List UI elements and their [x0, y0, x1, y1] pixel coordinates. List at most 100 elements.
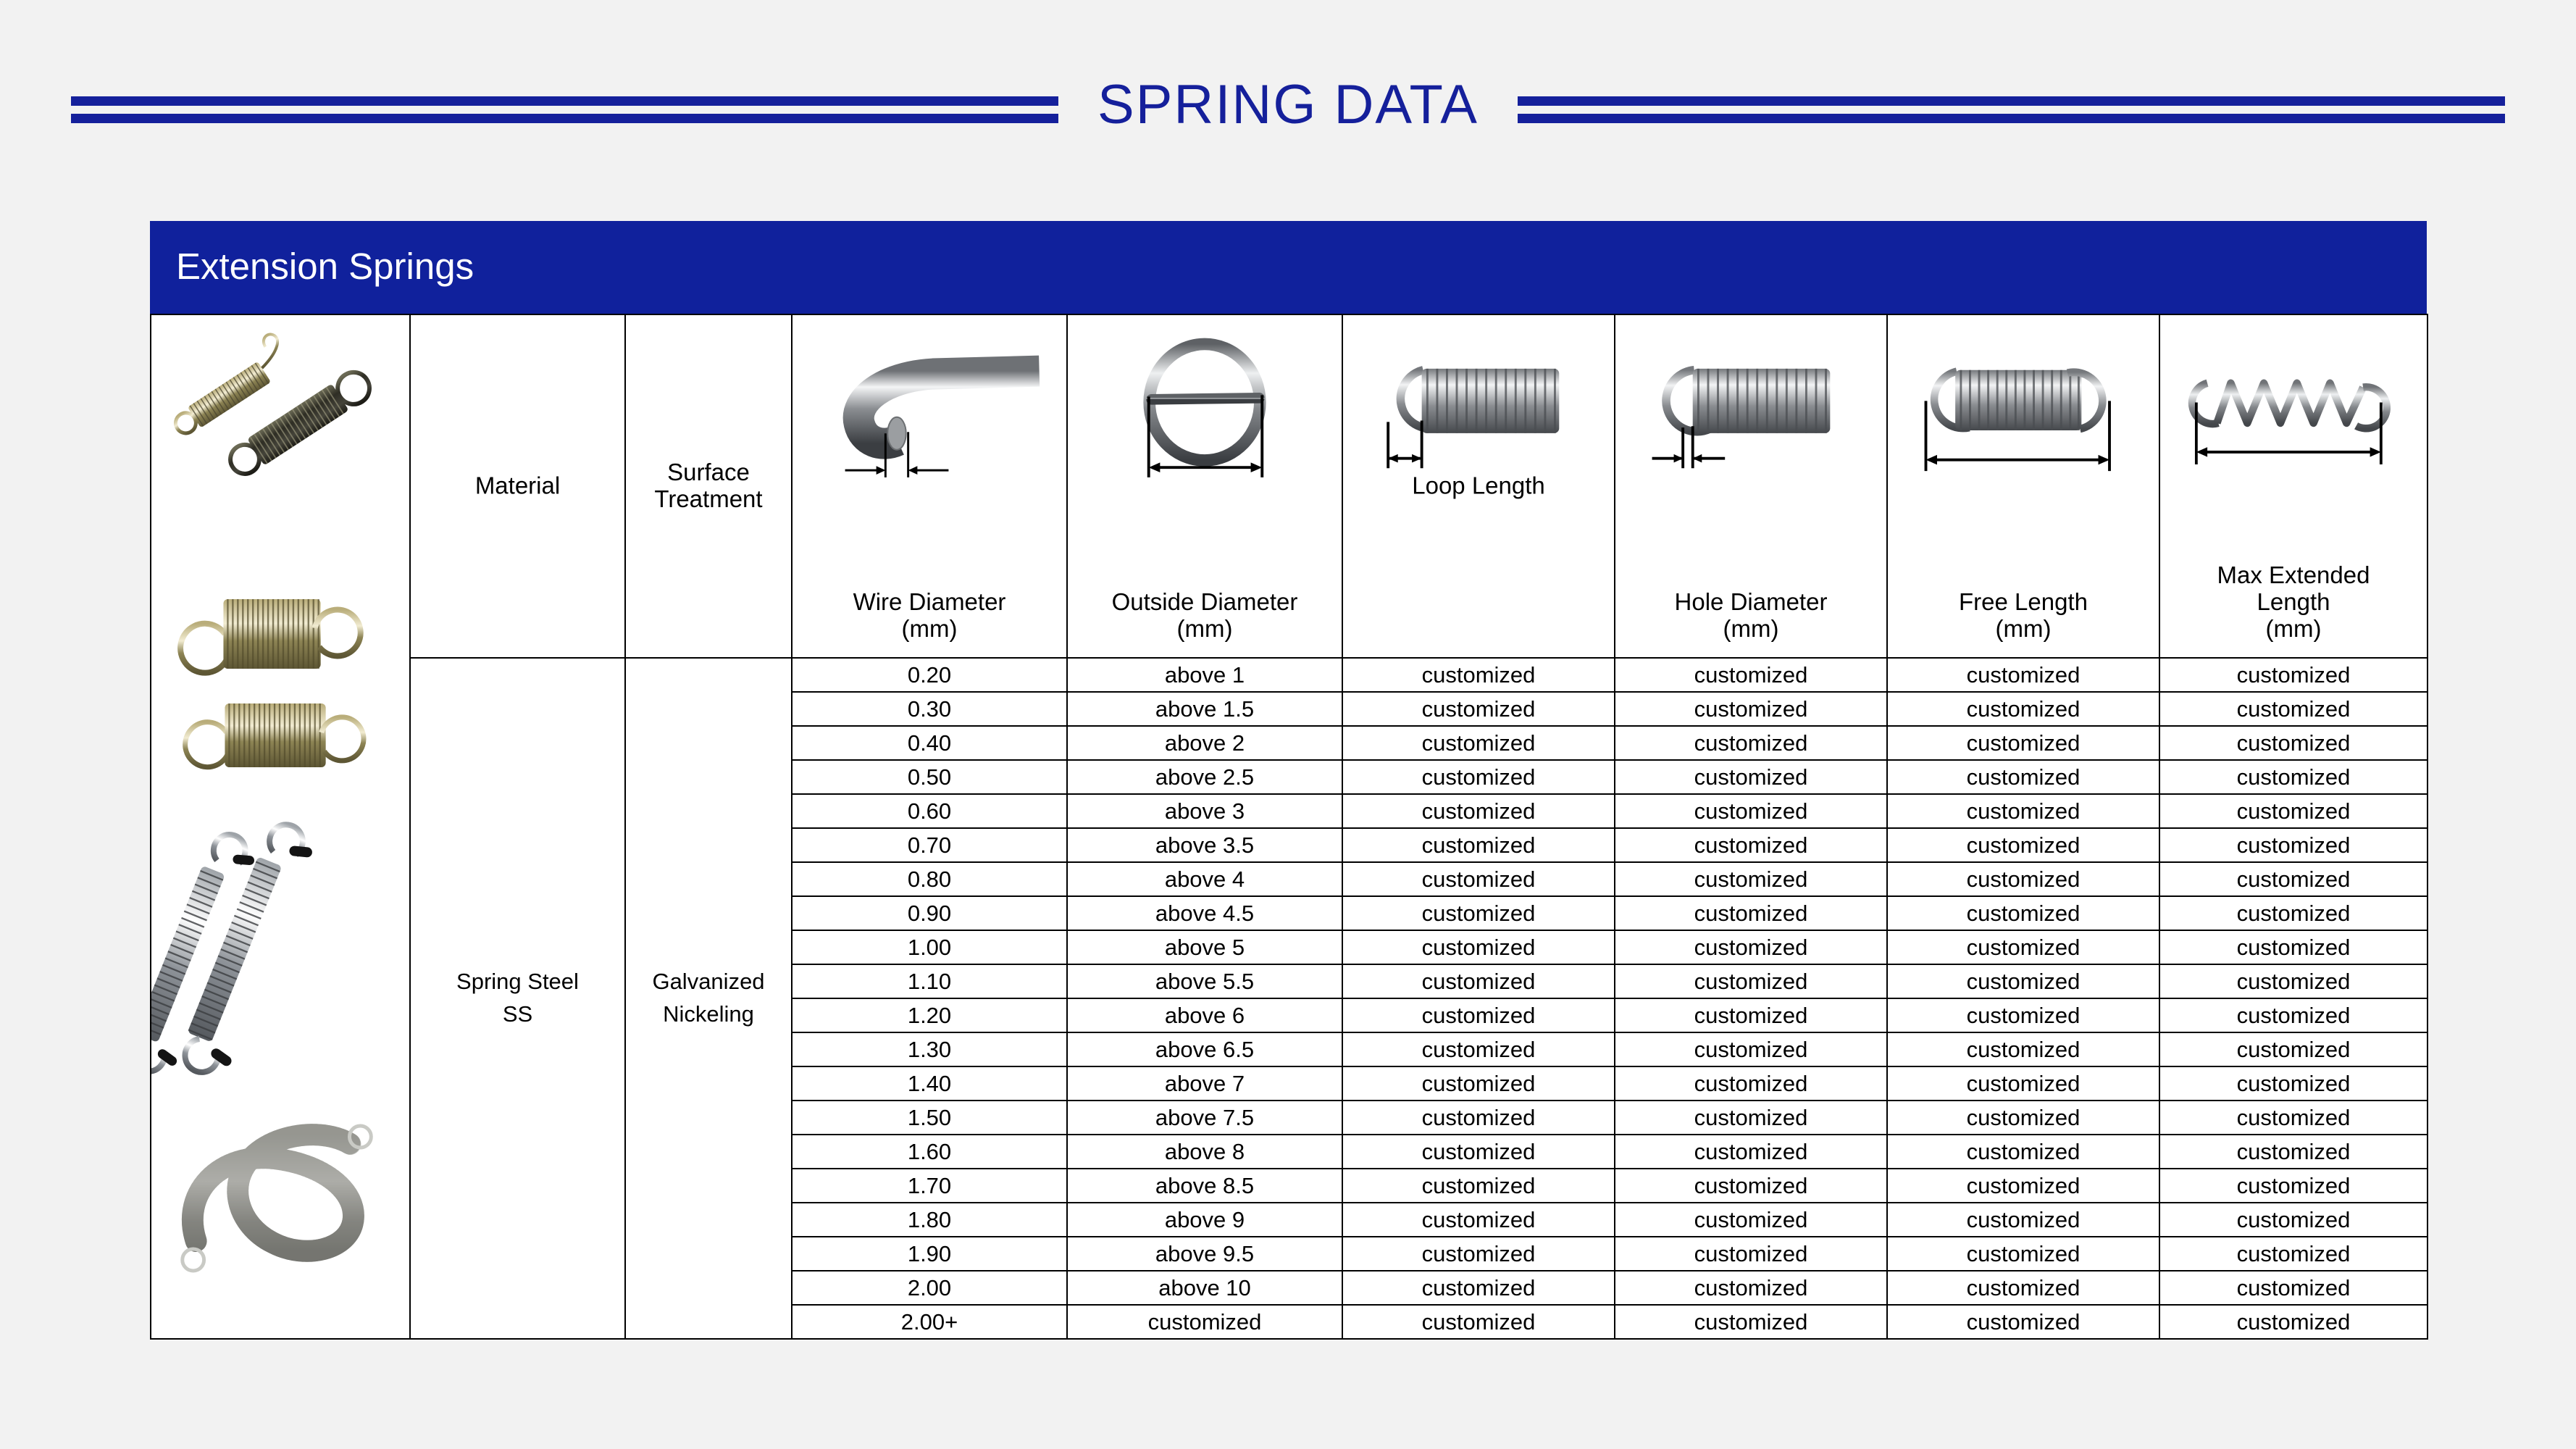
cell-wire-diameter: 0.50: [791, 759, 1068, 795]
cell-loop-length: customized: [1342, 861, 1615, 897]
column-header-hole-diameter-label: Hole Diameter: [1674, 588, 1828, 616]
cell-wire-diameter: 1.50: [791, 1100, 1068, 1135]
cell-hole-diameter: customized: [1614, 1236, 1888, 1271]
column-header-wire-diameter: Wire Diameter (mm): [791, 314, 1068, 659]
column-header-free-length: Free Length (mm): [1886, 314, 2160, 659]
cell-max-extended-length: customized: [2159, 1100, 2428, 1135]
cell-max-extended-length: customized: [2159, 1270, 2428, 1306]
cell-free-length: customized: [1886, 1134, 2160, 1169]
card-header-title: Extension Springs: [176, 245, 474, 287]
title-rule-left-bottom: [71, 113, 1059, 123]
cell-wire-diameter: 2.00+: [791, 1304, 1068, 1340]
cell-loop-length: customized: [1342, 1032, 1615, 1067]
cell-wire-diameter: 1.40: [791, 1066, 1068, 1101]
cell-hole-diameter: customized: [1614, 827, 1888, 863]
cell-loop-length: customized: [1342, 1270, 1615, 1306]
column-header-loop-length-label: Loop Length: [1412, 472, 1545, 499]
cell-hole-diameter: customized: [1614, 691, 1888, 727]
column-header-max-extended-label2: Length: [2257, 588, 2330, 616]
surface-line2: Nickeling: [663, 1001, 754, 1027]
cell-max-extended-length: customized: [2159, 1236, 2428, 1271]
cell-wire-diameter: 1.10: [791, 964, 1068, 999]
cell-outside-diameter: customized: [1066, 1304, 1343, 1340]
cell-hole-diameter: customized: [1614, 964, 1888, 999]
spring-spec-table: Material Surface Treatment Wire Diameter…: [150, 314, 2428, 1340]
cell-max-extended-length: customized: [2159, 1304, 2428, 1340]
cell-max-extended-length: customized: [2159, 998, 2428, 1033]
cell-loop-length: customized: [1342, 1304, 1615, 1340]
cell-outside-diameter: above 5.5: [1066, 964, 1343, 999]
cell-free-length: customized: [1886, 1304, 2160, 1340]
cell-loop-length: customized: [1342, 691, 1615, 727]
cell-max-extended-length: customized: [2159, 964, 2428, 999]
cell-free-length: customized: [1886, 1100, 2160, 1135]
cell-max-extended-length: customized: [2159, 1066, 2428, 1101]
cell-free-length: customized: [1886, 1032, 2160, 1067]
page-title: SPRING DATA: [1097, 74, 1479, 135]
title-rule-right-top: [1517, 96, 2506, 106]
cell-loop-length: customized: [1342, 793, 1615, 829]
cell-free-length: customized: [1886, 861, 2160, 897]
cell-outside-diameter: above 2.5: [1066, 759, 1343, 795]
cell-outside-diameter: above 3: [1066, 793, 1343, 829]
column-header-surface-label2: Treatment: [654, 485, 763, 512]
cell-loop-length: customized: [1342, 759, 1615, 795]
cell-free-length: customized: [1886, 1202, 2160, 1237]
cell-free-length: customized: [1886, 1236, 2160, 1271]
cell-outside-diameter: above 7: [1066, 1066, 1343, 1101]
cell-free-length: customized: [1886, 725, 2160, 761]
cell-outside-diameter: above 7.5: [1066, 1100, 1343, 1135]
cell-max-extended-length: customized: [2159, 827, 2428, 863]
wire-diameter-diagram-icon: [798, 325, 1061, 492]
cell-outside-diameter: above 4: [1066, 861, 1343, 897]
surface-line1: Galvanized: [652, 969, 765, 995]
table-header-row: Material Surface Treatment Wire Diameter…: [150, 314, 2428, 1340]
title-rule-left-top: [71, 96, 1059, 106]
column-header-wire-diameter-unit: (mm): [901, 615, 958, 643]
cell-surface-treatment: Galvanized Nickeling: [624, 657, 793, 1340]
cell-max-extended-length: customized: [2159, 759, 2428, 795]
column-header-material: Material: [409, 314, 626, 659]
cell-free-length: customized: [1886, 964, 2160, 999]
cell-max-extended-length: customized: [2159, 930, 2428, 965]
column-header-wire-diameter-label: Wire Diameter: [853, 588, 1006, 616]
cell-hole-diameter: customized: [1614, 1304, 1888, 1340]
cell-hole-diameter: customized: [1614, 759, 1888, 795]
cell-max-extended-length: customized: [2159, 1168, 2428, 1203]
column-header-outside-diameter-label: Outside Diameter: [1111, 588, 1298, 616]
column-header-max-extended-unit: (mm): [2265, 615, 2322, 643]
cell-loop-length: customized: [1342, 1202, 1615, 1237]
cell-max-extended-length: customized: [2159, 1202, 2428, 1237]
cell-wire-diameter: 0.30: [791, 691, 1068, 727]
cell-max-extended-length: customized: [2159, 1032, 2428, 1067]
cell-loop-length: customized: [1342, 657, 1615, 693]
title-rule-left: [71, 96, 1059, 123]
cell-loop-length: customized: [1342, 895, 1615, 931]
cell-loop-length: customized: [1342, 998, 1615, 1033]
cell-free-length: customized: [1886, 657, 2160, 693]
table-row: Spring Steel SS Galvanized Nickeling 0.2…: [151, 657, 2428, 1340]
column-header-free-length-label: Free Length: [1959, 588, 2088, 616]
cell-max-extended-length: customized: [2159, 895, 2428, 931]
cell-free-length: customized: [1886, 1270, 2160, 1306]
cell-free-length: customized: [1886, 759, 2160, 795]
cell-outside-diameter: above 10: [1066, 1270, 1343, 1306]
cell-hole-diameter: customized: [1614, 895, 1888, 931]
cell-max-extended-length: customized: [2159, 725, 2428, 761]
cell-wire-diameter: 0.20: [791, 657, 1068, 693]
cell-hole-diameter: customized: [1614, 1032, 1888, 1067]
cell-wire-diameter: 0.70: [791, 827, 1068, 863]
page-title-banner: SPRING DATA: [0, 70, 2576, 149]
title-rule-right-bottom: [1517, 113, 2506, 123]
cell-hole-diameter: customized: [1614, 930, 1888, 965]
cell-wire-diameter: 1.70: [791, 1168, 1068, 1203]
cell-outside-diameter: above 3.5: [1066, 827, 1343, 863]
cell-free-length: customized: [1886, 827, 2160, 863]
column-header-max-extended-label: Max Extended: [2217, 561, 2370, 589]
cell-hole-diameter: customized: [1614, 861, 1888, 897]
cell-outside-diameter: above 8.5: [1066, 1168, 1343, 1203]
column-header-loop-length: Loop Length: [1342, 314, 1615, 659]
column-header-outside-diameter-unit: (mm): [1176, 615, 1233, 643]
cell-max-extended-length: customized: [2159, 1134, 2428, 1169]
cell-wire-diameter: 1.00: [791, 930, 1068, 965]
